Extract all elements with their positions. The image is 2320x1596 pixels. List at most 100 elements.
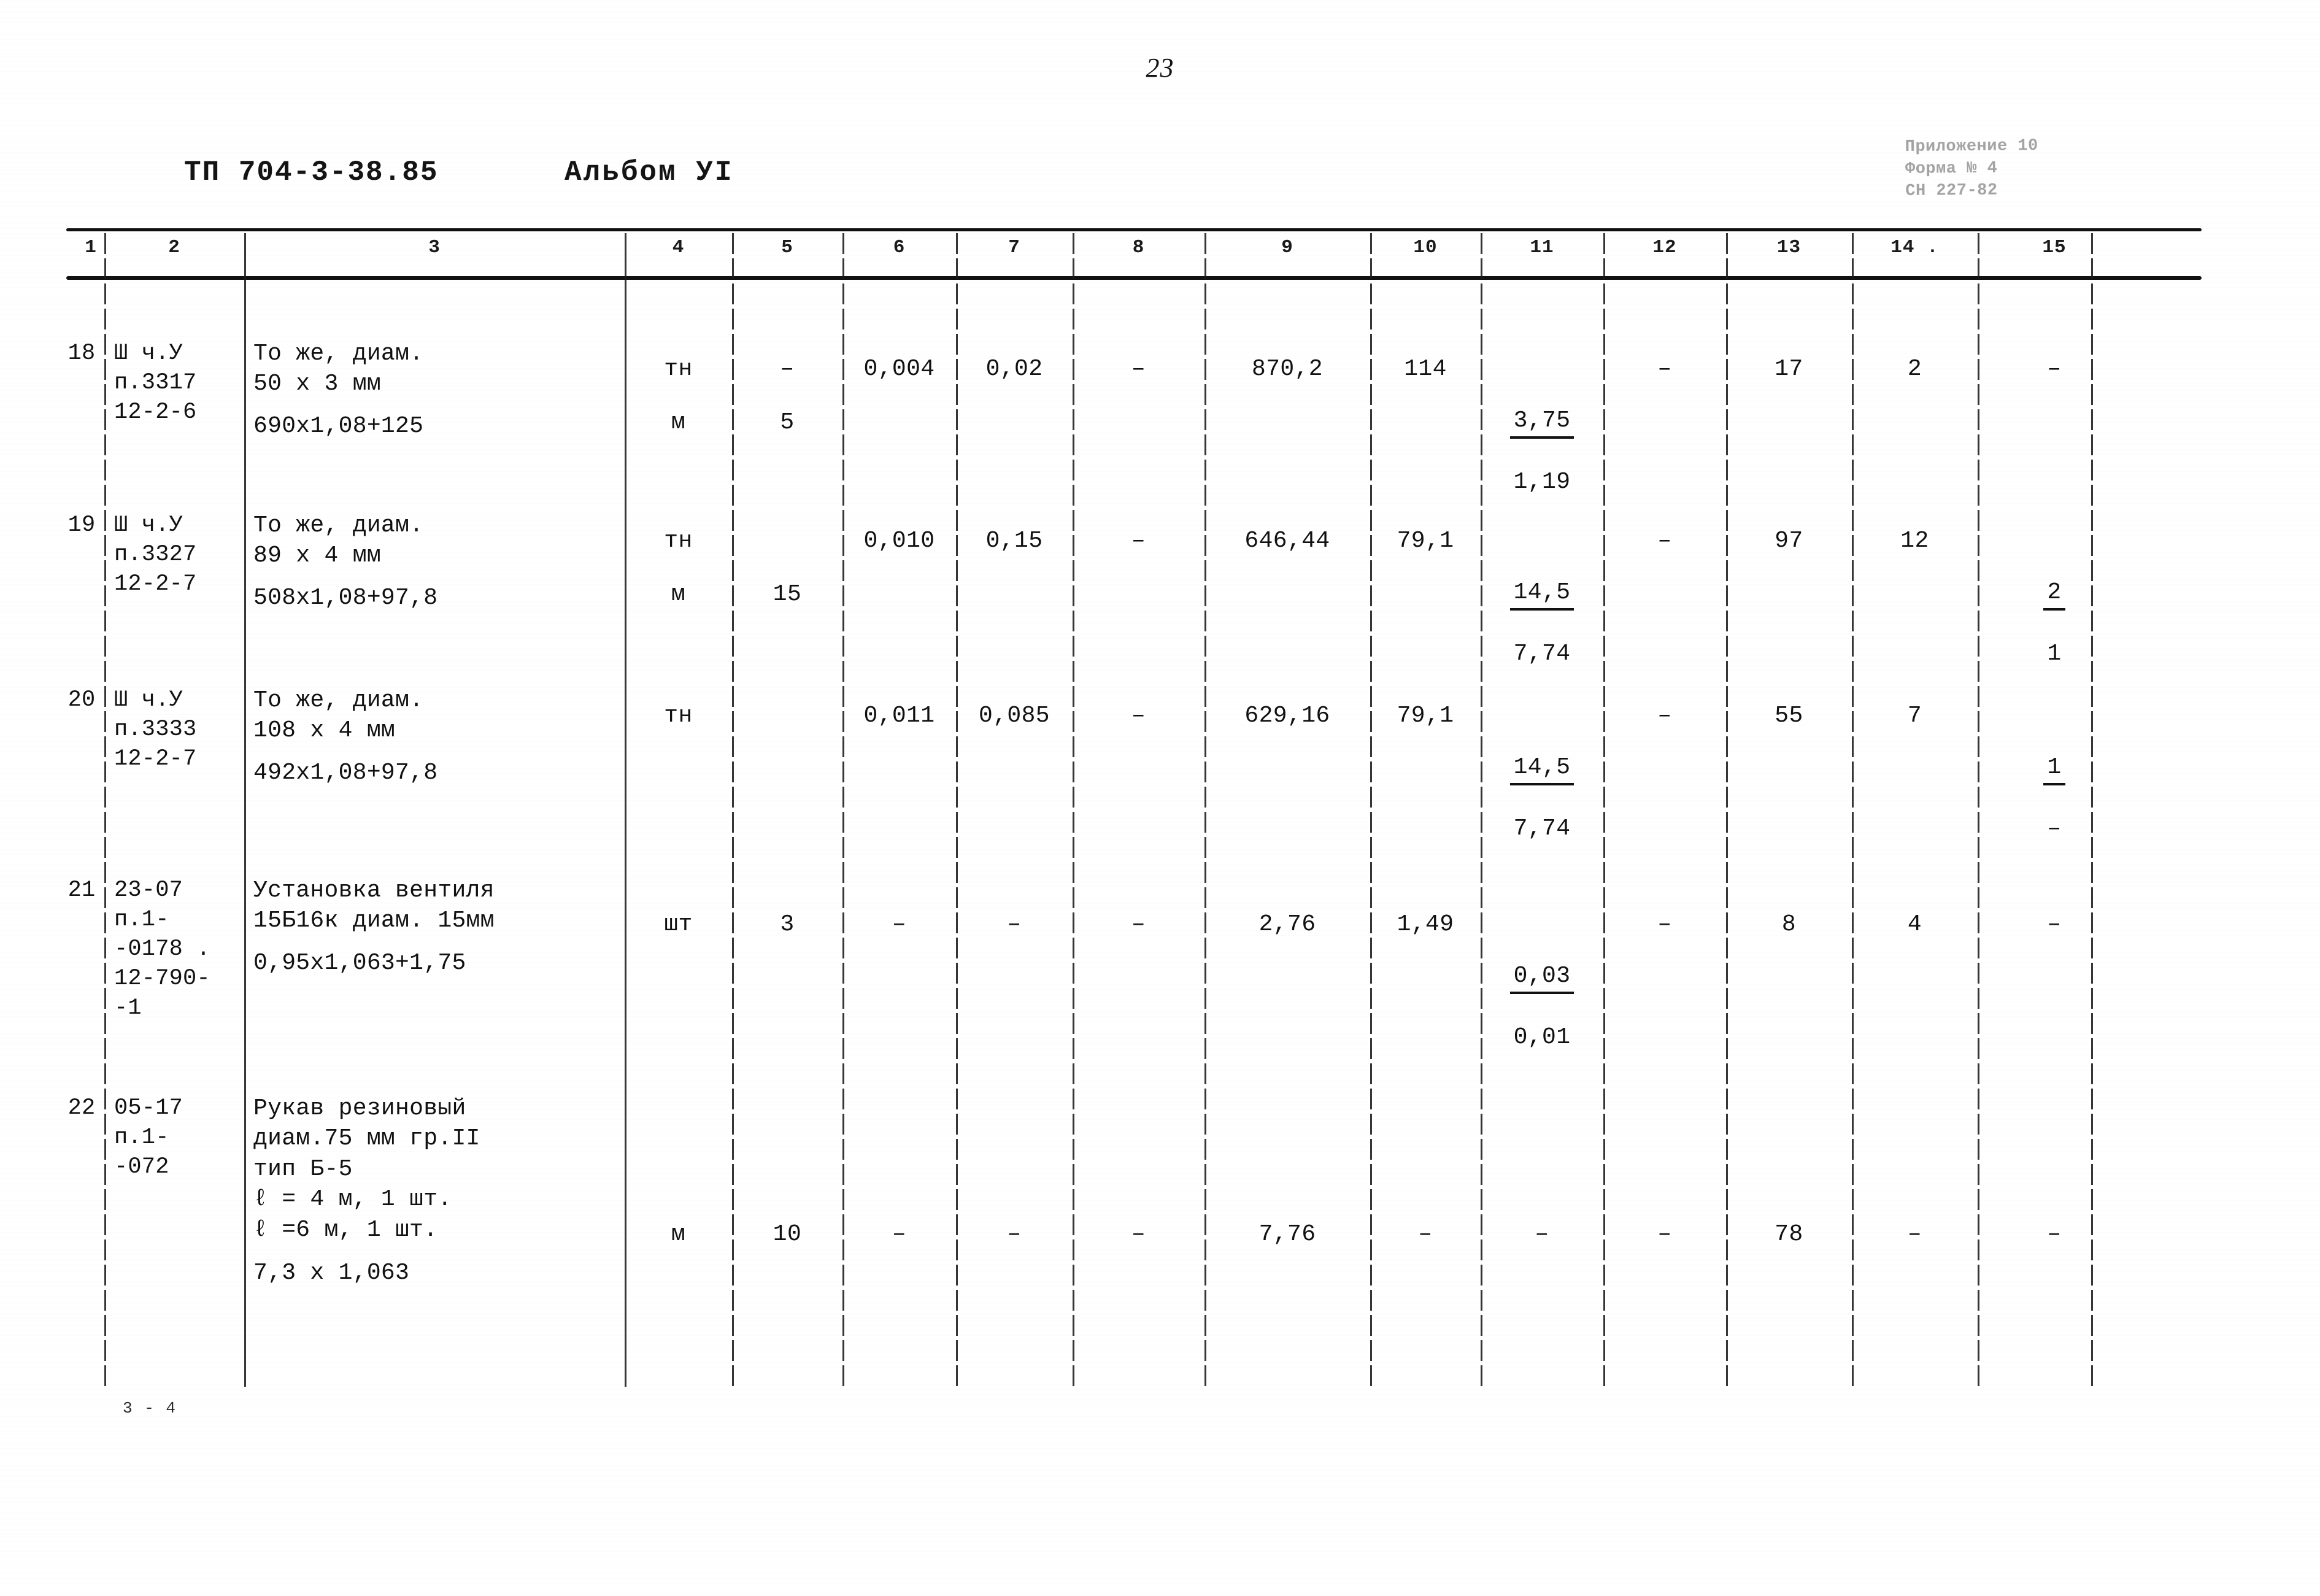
cell-col15: 2 1 <box>1978 522 2131 696</box>
cell-col6: 0,004 <box>863 356 935 382</box>
col-divider-9 <box>1370 233 1372 1387</box>
cell-col9: 2,76 <box>1258 911 1316 938</box>
row-number: 21 <box>67 877 96 903</box>
cell-unit-bottom: м <box>671 409 686 436</box>
fraction-col11: 14,5 7,74 <box>1509 727 1574 870</box>
row-description: Установка вентиля 15Б16к диам. 15мм <box>253 877 495 935</box>
cell-col8: – <box>1131 528 1146 554</box>
col-divider-7 <box>1073 233 1074 1387</box>
cell-col7: 0,02 <box>985 356 1043 382</box>
col-header-7: 7 <box>1008 237 1020 258</box>
col-header-3: 3 <box>428 237 441 258</box>
cell-col5-bottom: 5 <box>780 409 795 436</box>
cell-col8: – <box>1131 911 1146 938</box>
fraction-col11: 0,03 0,01 <box>1509 935 1574 1079</box>
col-header-2: 2 <box>168 237 180 258</box>
cell-col11: 0,03 0,01 <box>1481 905 1603 1080</box>
col-header-12: 12 <box>1652 237 1677 258</box>
row-formula: 0,95х1,063+1,75 <box>253 950 466 976</box>
fraction-numerator: 3,75 <box>1509 407 1574 439</box>
cell-col12: – <box>1657 911 1672 938</box>
row-description: То же, диам. 89 х 4 мм <box>253 512 424 569</box>
cell-col10: – <box>1418 1221 1433 1247</box>
fraction-numerator: 14,5 <box>1509 754 1574 786</box>
fraction-numerator: 0,03 <box>1509 963 1574 995</box>
cell-col13: 8 <box>1781 911 1797 938</box>
cell-col14: 4 <box>1907 911 1922 938</box>
row-description: То же, диам. 50 х 3 мм <box>253 341 424 398</box>
row-number: 20 <box>67 687 96 713</box>
cell-unit-top: м <box>671 1221 686 1247</box>
row-formula: 492х1,08+97,8 <box>253 760 438 786</box>
sheet-footnote: 3 - 4 <box>123 1399 177 1417</box>
cell-unit-top: тн <box>664 356 693 382</box>
cell-col9: 646,44 <box>1244 528 1330 554</box>
document-code: ТП 704-3-38.85 <box>184 156 439 188</box>
fraction-denominator: – <box>2047 815 2062 842</box>
cell-col10: 79,1 <box>1397 528 1454 554</box>
stamp-line-standard: СН 227-82 <box>1905 181 1998 201</box>
cell-unit-top: шт <box>664 911 693 938</box>
row-code: 23-07 п.1- -0178 . 12-790- -1 <box>114 877 210 1022</box>
cell-col11: – <box>1535 1221 1549 1247</box>
cell-col10: 79,1 <box>1397 703 1454 729</box>
cell-col5-top: 3 <box>780 911 795 938</box>
col-divider-13 <box>1852 233 1854 1387</box>
cell-col12: – <box>1657 528 1672 554</box>
table-header-rule <box>66 276 2202 280</box>
col-divider-1 <box>104 233 106 1387</box>
page-number: 23 <box>1146 53 1174 83</box>
cell-col12: – <box>1657 356 1672 382</box>
cell-col11: 3,75 1,19 <box>1481 350 1603 525</box>
fraction-col11: 3,75 1,19 <box>1509 380 1574 523</box>
cell-col7: – <box>1007 1221 1022 1247</box>
row-code: 05-17 п.1- -072 <box>114 1095 183 1181</box>
col-header-5: 5 <box>781 237 793 258</box>
fraction-col15: 2 1 <box>2043 552 2065 695</box>
col-divider-4 <box>732 233 734 1387</box>
album-label: Альбом УI <box>565 156 734 188</box>
row-code: Ш ч.У п.3317 12-2-6 <box>114 341 197 426</box>
col-header-13: 13 <box>1776 237 1802 258</box>
row-number: 22 <box>67 1095 96 1121</box>
col-header-6: 6 <box>893 237 906 258</box>
col-header-1: 1 <box>85 237 97 258</box>
col-divider-12 <box>1726 233 1728 1387</box>
col-header-15: 15 <box>2042 237 2067 258</box>
cell-col13: 55 <box>1775 703 1803 729</box>
estimate-table: 1 2 3 4 5 6 7 8 9 10 11 12 13 14 . 15 18… <box>66 228 2202 1388</box>
fraction-denominator: 1 <box>2047 640 2062 667</box>
cell-col14: – <box>1907 1221 1922 1247</box>
row-formula: 690х1,08+125 <box>253 413 424 439</box>
cell-col13: 17 <box>1775 356 1803 382</box>
row-formula: 7,3 х 1,063 <box>253 1260 410 1286</box>
cell-col7: 0,085 <box>978 703 1050 729</box>
fraction-denominator: 0,01 <box>1513 1024 1571 1051</box>
cell-col15: – <box>2047 356 2062 382</box>
cell-col9: 870,2 <box>1251 356 1324 382</box>
cell-col14: 7 <box>1907 703 1922 729</box>
cell-col9: 7,76 <box>1258 1221 1316 1247</box>
cell-unit-top: тн <box>664 703 693 729</box>
cell-col13: 78 <box>1775 1221 1803 1247</box>
cell-col5-top: – <box>780 356 795 382</box>
col-header-11: 11 <box>1530 237 1554 258</box>
form-stamp: Приложение 10 Форма № 4 СН 227-82 <box>1905 136 2039 203</box>
row-number: 19 <box>67 512 96 538</box>
cell-col8: – <box>1131 1221 1146 1247</box>
col-divider-6 <box>956 233 958 1387</box>
cell-col7: – <box>1007 911 1022 938</box>
cell-col14: 12 <box>1900 528 1929 554</box>
cell-col11: 14,5 7,74 <box>1481 522 1603 696</box>
cell-col14: 2 <box>1907 356 1922 382</box>
fraction-denominator: 1,19 <box>1513 468 1571 495</box>
cell-col6: – <box>892 1221 907 1247</box>
cell-col8: – <box>1131 703 1146 729</box>
stamp-line-form: Форма № 4 <box>1905 159 1998 179</box>
cell-col12: – <box>1657 1221 1672 1247</box>
cell-col10: 1,49 <box>1397 911 1454 938</box>
cell-col13: 97 <box>1775 528 1803 554</box>
fraction-numerator: 1 <box>2043 754 2065 786</box>
col-header-9: 9 <box>1281 237 1293 258</box>
fraction-col15: 1 – <box>2043 727 2065 870</box>
